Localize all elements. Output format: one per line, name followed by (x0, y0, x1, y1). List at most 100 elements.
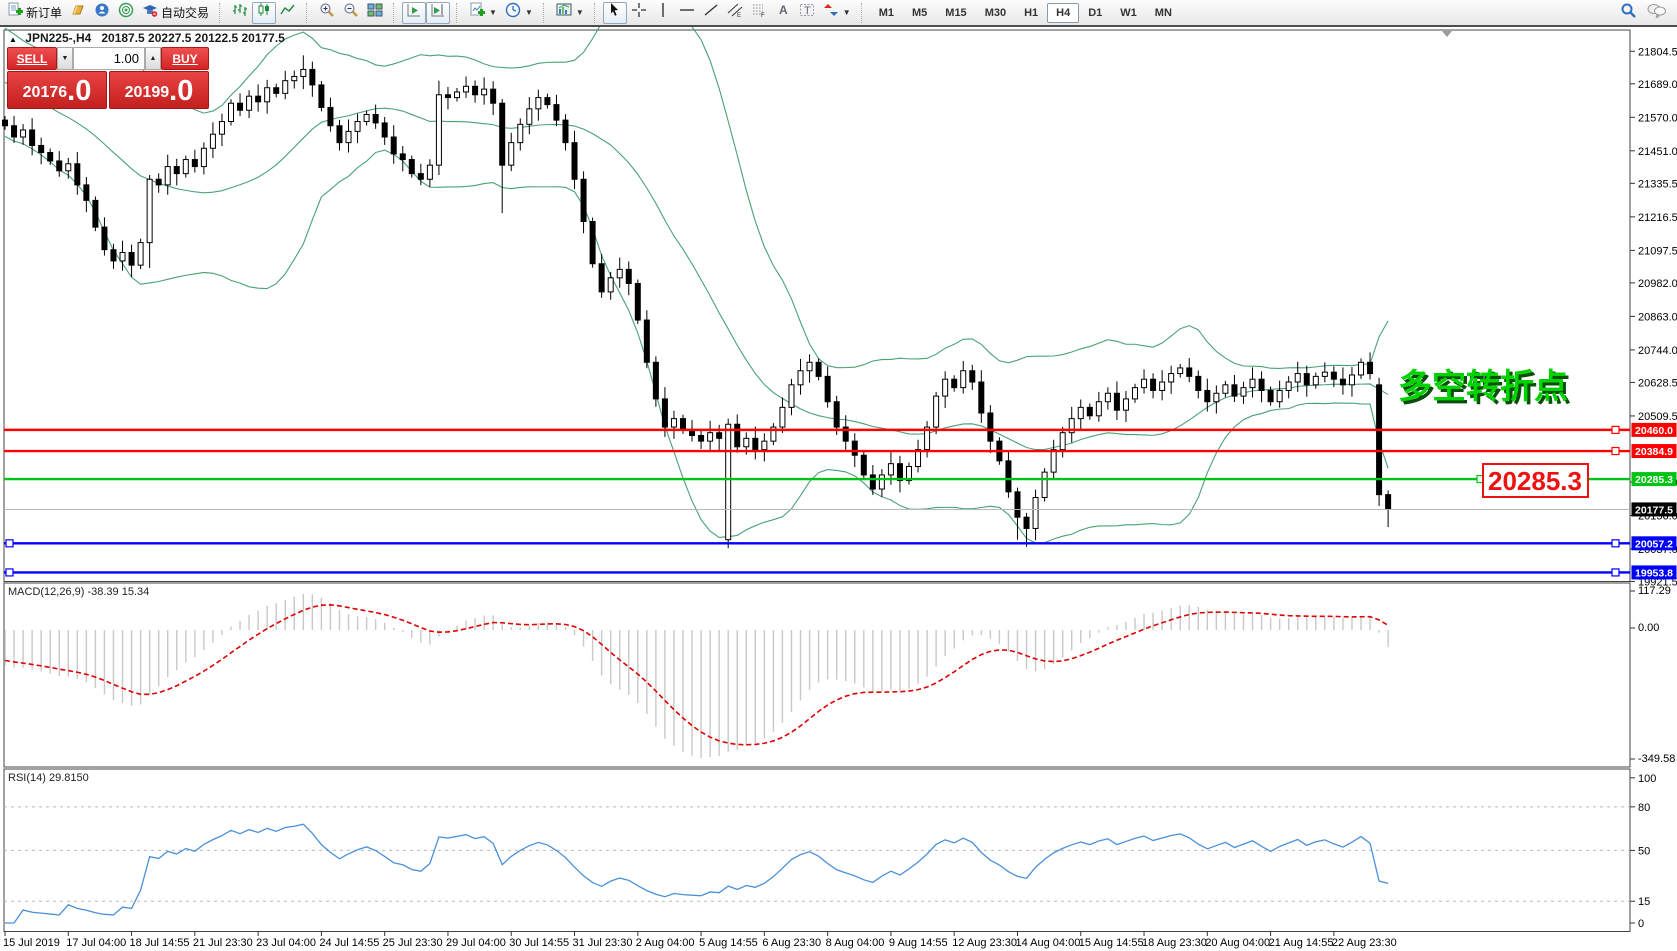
vertical-line-button[interactable] (651, 2, 675, 24)
trendline-button[interactable] (699, 2, 723, 24)
timeframe-button-M5[interactable]: M5 (903, 3, 936, 23)
svg-text:29 Jul 04:00: 29 Jul 04:00 (446, 937, 506, 949)
arrows-button[interactable]: ▼ (819, 2, 855, 24)
chart-ohlc-values: 20187.5 20227.5 20122.5 20177.5 (101, 31, 285, 45)
arrows-icon (823, 2, 839, 23)
svg-text:6 Aug 23:30: 6 Aug 23:30 (762, 937, 821, 949)
svg-text:117.29: 117.29 (1638, 585, 1671, 597)
timeframe-button-H4[interactable]: H4 (1047, 3, 1079, 23)
toolbar-separator (306, 3, 311, 23)
svg-text:21097.5: 21097.5 (1638, 245, 1677, 257)
line-chart-button[interactable] (276, 2, 300, 24)
chart-shift-button[interactable] (426, 2, 450, 24)
svg-text:20982.0: 20982.0 (1638, 278, 1677, 290)
chat-icon[interactable] (1647, 2, 1667, 23)
svg-text:20384.9: 20384.9 (1635, 446, 1673, 458)
channel-button[interactable]: E (723, 2, 747, 24)
application-window: 新订单 自动交易 (0, 0, 1677, 951)
community-button[interactable] (90, 2, 114, 24)
price-axis[interactable]: 21804.521689.021570.021451.021335.521216… (1630, 46, 1677, 588)
toolbar-separator (594, 3, 599, 23)
svg-text:20628.5: 20628.5 (1638, 377, 1677, 389)
periods-button[interactable]: ▼ (501, 2, 537, 24)
candlestick-chart-button[interactable] (252, 2, 276, 24)
auto-scroll-icon (406, 2, 422, 23)
svg-text:5 Aug 14:55: 5 Aug 14:55 (699, 937, 758, 949)
timeframe-button-M1[interactable]: M1 (870, 3, 903, 23)
bar-chart-button[interactable] (228, 2, 252, 24)
sell-price-box[interactable]: 20176.0 (7, 71, 107, 109)
text-icon: A (775, 2, 791, 23)
buy-price: 20199 (125, 80, 170, 106)
one-click-trading-panel: SELL ▼ 1.00 ▲ BUY 20176.0 20199.0 (7, 47, 209, 109)
toolbar-separator (219, 3, 224, 23)
bollinger-bands (5, 13, 1388, 543)
macd-label: MACD(12,26,9) -38.39 15.34 (8, 586, 149, 598)
metaeditor-button[interactable] (66, 2, 90, 24)
volume-decrease-button[interactable]: ▼ (57, 47, 73, 70)
svg-text:21335.5: 21335.5 (1638, 178, 1677, 190)
timeframe-button-M30[interactable]: M30 (976, 3, 1015, 23)
fibonacci-button[interactable]: F (747, 2, 771, 24)
chart-shift-marker[interactable] (1442, 31, 1452, 37)
timeframe-button-MN[interactable]: MN (1146, 3, 1181, 23)
new-order-label: 新订单 (26, 4, 62, 21)
crosshair-button[interactable] (627, 2, 651, 24)
sell-button[interactable]: SELL (7, 47, 57, 70)
volume-increase-button[interactable]: ▲ (145, 47, 161, 70)
rsi-label: RSI(14) 29.8150 (8, 772, 89, 784)
autotrading-icon (142, 2, 158, 23)
zoom-out-button[interactable] (339, 2, 363, 24)
svg-text:9 Aug 14:55: 9 Aug 14:55 (889, 937, 948, 949)
metaeditor-icon (70, 2, 86, 23)
time-axis[interactable]: 15 Jul 201917 Jul 04:0018 Jul 14:5521 Ju… (3, 932, 1397, 950)
timeframe-button-H1[interactable]: H1 (1015, 3, 1047, 23)
svg-text:21216.5: 21216.5 (1638, 212, 1677, 224)
svg-text:25 Jul 23:30: 25 Jul 23:30 (383, 937, 443, 949)
macd-pane: 117.290.00-349.58 (5, 585, 1675, 765)
chart-area[interactable]: 21804.521689.021570.021451.021335.521216… (0, 0, 1677, 951)
text-label-button[interactable]: T (795, 2, 819, 24)
volume-input[interactable]: 1.00 (73, 47, 145, 70)
svg-text:15: 15 (1638, 896, 1650, 908)
cursor-button[interactable] (603, 2, 627, 24)
timeframe-button-M15[interactable]: M15 (936, 3, 975, 23)
svg-text:8 Aug 04:00: 8 Aug 04:00 (826, 937, 885, 949)
svg-text:22 Aug 23:30: 22 Aug 23:30 (1332, 937, 1397, 949)
template-button[interactable]: ▼ (552, 2, 588, 24)
autotrading-label: 自动交易 (161, 4, 209, 21)
svg-text:20863.0: 20863.0 (1638, 311, 1677, 323)
horizontal-line-button[interactable] (675, 2, 699, 24)
svg-text:17 Jul 04:00: 17 Jul 04:00 (66, 937, 126, 949)
toolbar: 新订单 自动交易 (0, 0, 1677, 27)
timeframe-button-W1[interactable]: W1 (1111, 3, 1146, 23)
auto-scroll-button[interactable] (402, 2, 426, 24)
signals-button[interactable] (114, 2, 138, 24)
svg-text:20177.5: 20177.5 (1635, 504, 1673, 516)
chart-shift-icon (430, 2, 446, 23)
zoom-in-button[interactable] (315, 2, 339, 24)
turning-point-text[interactable]: 多空转折点 (1398, 368, 1568, 406)
svg-text:T: T (804, 5, 811, 17)
line-chart-icon (280, 2, 296, 23)
new-chart-button[interactable]: ▼ (465, 2, 501, 24)
buy-price-frac: .0 (169, 77, 193, 106)
rsi-pane: 1008050150 (4, 773, 1656, 930)
collapse-panel-icon[interactable]: ▲ (9, 35, 17, 44)
svg-text:14 Aug 04:00: 14 Aug 04:00 (1015, 937, 1080, 949)
buy-price-box[interactable]: 20199.0 (109, 71, 209, 109)
timeframe-toolbar: M1M5M15M30H1H4D1W1MN (870, 3, 1181, 23)
svg-text:18 Aug 23:30: 18 Aug 23:30 (1142, 937, 1207, 949)
template-icon (556, 2, 572, 23)
search-icon[interactable] (1620, 2, 1637, 24)
timeframe-button-D1[interactable]: D1 (1079, 3, 1111, 23)
tile-windows-icon (367, 2, 383, 23)
text-button[interactable]: A (771, 2, 795, 24)
autotrading-button[interactable]: 自动交易 (138, 2, 213, 24)
new-order-button[interactable]: 新订单 (3, 2, 66, 24)
bar-chart-icon (232, 2, 248, 23)
tile-windows-button[interactable] (363, 2, 387, 24)
buy-button[interactable]: BUY (161, 47, 209, 70)
chart-symbol-period: JPN225-,H4 (25, 31, 91, 45)
sell-price: 20176 (23, 80, 68, 106)
